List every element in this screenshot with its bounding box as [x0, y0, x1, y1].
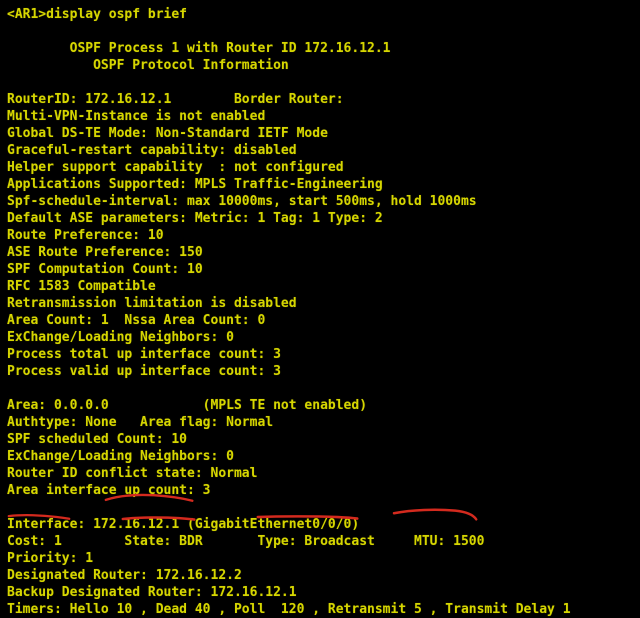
terminal-line: Multi-VPN-Instance is not enabled	[7, 109, 266, 124]
terminal-line: OSPF Process 1 with Router ID 172.16.12.…	[7, 41, 391, 56]
terminal-line: Router ID conflict state: Normal	[7, 466, 258, 481]
terminal-line: Cost: 1 State: BDR Type: Broadcast MTU: …	[7, 534, 485, 549]
terminal-line: Graceful-restart capability: disabled	[7, 143, 297, 158]
terminal-line: ExChange/Loading Neighbors: 0	[7, 330, 234, 345]
terminal-line: Retransmission limitation is disabled	[7, 296, 297, 311]
terminal-line: Helper support capability : not configur…	[7, 160, 344, 175]
terminal-line: ASE Route Preference: 150	[7, 245, 203, 260]
terminal-line: Designated Router: 172.16.12.2	[7, 568, 242, 583]
terminal-line: OSPF Protocol Information	[7, 58, 289, 73]
terminal-line: RFC 1583 Compatible	[7, 279, 156, 294]
terminal-line: Global DS-TE Mode: Non-Standard IETF Mod…	[7, 126, 328, 141]
terminal-line: SPF Computation Count: 10	[7, 262, 203, 277]
terminal-line: Authtype: None Area flag: Normal	[7, 415, 274, 430]
terminal-line: Applications Supported: MPLS Traffic-Eng…	[7, 177, 383, 192]
terminal-line: Area interface up count: 3	[7, 483, 211, 498]
terminal-line: Area Count: 1 Nssa Area Count: 0	[7, 313, 266, 328]
terminal-line: Timers: Hello 10 , Dead 40 , Poll 120 , …	[7, 602, 571, 617]
terminal-line: Area: 0.0.0.0 (MPLS TE not enabled)	[7, 398, 368, 413]
terminal-output: <AR1>display ospf brief OSPF Process 1 w…	[0, 6, 640, 618]
terminal-line: RouterID: 172.16.12.1 Border Router:	[7, 92, 344, 107]
terminal-line: Priority: 1	[7, 551, 94, 566]
terminal-line: ExChange/Loading Neighbors: 0	[7, 449, 234, 464]
terminal-line: Backup Designated Router: 172.16.12.1	[7, 585, 297, 600]
terminal-line: Route Preference: 10	[7, 228, 164, 243]
terminal-line: Process total up interface count: 3	[7, 347, 281, 362]
terminal-line: SPF scheduled Count: 10	[7, 432, 188, 447]
terminal-line: Process valid up interface count: 3	[7, 364, 281, 379]
terminal-line: <AR1>display ospf brief	[7, 7, 188, 22]
terminal-line: Interface: 172.16.12.1 (GigabitEthernet0…	[7, 517, 360, 532]
terminal-line: Spf-schedule-interval: max 10000ms, star…	[7, 194, 477, 209]
terminal-line: Default ASE parameters: Metric: 1 Tag: 1…	[7, 211, 383, 226]
terminal-window[interactable]: <AR1>display ospf brief OSPF Process 1 w…	[0, 0, 640, 617]
